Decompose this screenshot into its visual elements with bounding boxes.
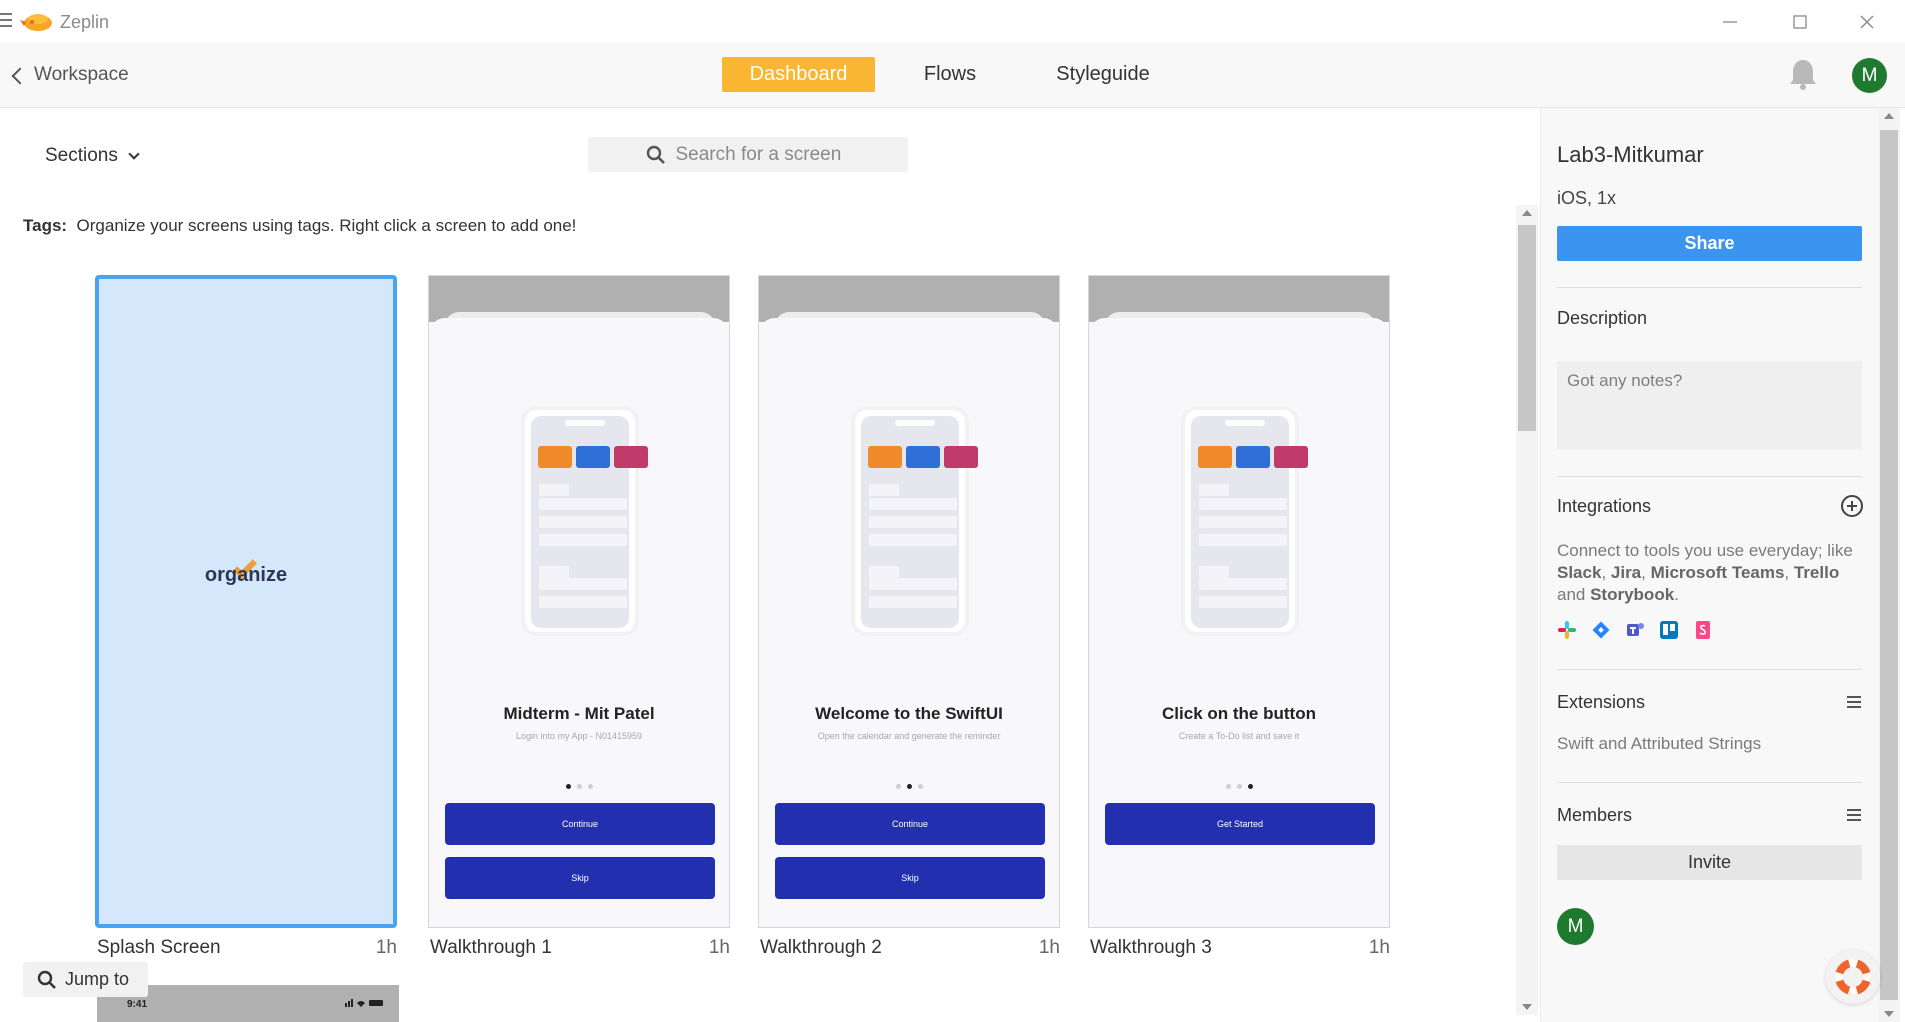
screen-card-splash[interactable]: organize Splash Screen 1h: [95, 275, 397, 958]
bell-icon[interactable]: [1786, 56, 1820, 92]
member-avatar[interactable]: M: [1557, 908, 1594, 945]
members-heading: Members: [1557, 805, 1633, 825]
back-to-workspace-link[interactable]: Workspace: [11, 64, 129, 86]
scroll-down-icon[interactable]: [1522, 1004, 1532, 1010]
screen-time: 1h: [375, 937, 397, 958]
project-name: Lab3-Mitkumar: [1557, 142, 1704, 167]
chevron-down-icon: [128, 148, 140, 160]
screen-heading: Welcome to the SwiftUI: [815, 704, 1003, 723]
screen-time: 1h: [708, 937, 730, 958]
screen-subtitle: Create a To-Do list and save it: [1178, 731, 1300, 741]
screen-subtitle: Open the calendar and generate the remin…: [817, 731, 1001, 741]
screen-name[interactable]: Walkthrough 3: [1090, 937, 1212, 959]
screen-thumbnail[interactable]: Midterm - Mit Patel Login into my App - …: [428, 275, 730, 928]
status-time: 9:41: [127, 999, 148, 1010]
hamburger-icon[interactable]: [0, 13, 12, 27]
page-dots: [759, 784, 1059, 789]
close-icon[interactable]: [1847, 8, 1887, 36]
screen-name[interactable]: Walkthrough 1: [430, 937, 552, 959]
integrations-heading: Integrations: [1557, 496, 1652, 516]
slack-icon[interactable]: [1557, 620, 1577, 640]
screen-card-walkthrough-3[interactable]: Click on the button Create a To-Do list …: [1088, 275, 1390, 958]
app-title: Zeplin: [60, 12, 110, 32]
screen-name[interactable]: Splash Screen: [97, 937, 221, 959]
share-button[interactable]: Share: [1557, 226, 1862, 261]
screen-thumbnail[interactable]: organize: [95, 275, 397, 928]
sections-dropdown[interactable]: Sections: [45, 145, 140, 167]
continue-button: Continue: [445, 803, 715, 845]
tab-dashboard[interactable]: Dashboard: [722, 57, 875, 92]
divider: [1557, 476, 1862, 477]
screen-subtitle: Login into my App - N01415959: [515, 731, 643, 741]
teams-icon[interactable]: [1625, 620, 1645, 640]
jump-to-label: Jump to: [65, 969, 130, 989]
trello-icon[interactable]: [1659, 620, 1679, 640]
project-sidebar: Lab3-Mitkumar iOS, 1x Share Description …: [1540, 108, 1878, 1022]
maximize-icon[interactable]: [1780, 8, 1820, 36]
tab-flows[interactable]: Flows: [905, 57, 995, 92]
extensions-heading: Extensions: [1557, 692, 1646, 712]
search-input[interactable]: [675, 143, 851, 166]
tags-hint-text: Organize your screens using tags. Right …: [76, 216, 577, 235]
help-lifebuoy-icon[interactable]: [1826, 950, 1880, 1004]
window-titlebar: Zeplin: [0, 0, 1905, 42]
minimize-icon[interactable]: [1710, 8, 1750, 36]
storybook-icon[interactable]: [1693, 620, 1713, 640]
scrollbar-thumb[interactable]: [1880, 130, 1898, 1000]
jump-to-button[interactable]: Jump to: [23, 962, 148, 997]
back-label: Workspace: [34, 64, 129, 85]
search-icon: [646, 145, 665, 164]
scroll-up-icon[interactable]: [1522, 210, 1532, 216]
settings-sliders-icon[interactable]: [1847, 696, 1861, 710]
scrollbar-thumb[interactable]: [1518, 225, 1536, 431]
screen-heading: Midterm - Mit Patel: [503, 704, 655, 723]
brand-text: organize: [204, 564, 288, 586]
search-icon: [37, 970, 56, 989]
screen-time: 1h: [1038, 937, 1060, 958]
screen-time: 1h: [1368, 937, 1390, 958]
invite-button[interactable]: Invite: [1557, 845, 1862, 880]
top-navbar: Workspace Dashboard Flows Styleguide M: [0, 42, 1905, 108]
scroll-up-icon[interactable]: [1884, 113, 1894, 119]
screens-scrollbar[interactable]: [1516, 205, 1538, 1015]
sections-label: Sections: [45, 145, 118, 166]
tab-styleguide[interactable]: Styleguide: [1040, 57, 1166, 92]
divider: [1557, 669, 1862, 670]
status-bar-icons: [345, 999, 383, 1007]
tags-label: Tags:: [23, 216, 68, 235]
plus-circle-icon[interactable]: [1841, 495, 1863, 517]
settings-sliders-icon[interactable]: [1847, 809, 1861, 823]
screen-card-walkthrough-1[interactable]: Midterm - Mit Patel Login into my App - …: [428, 275, 730, 958]
description-heading: Description: [1557, 308, 1648, 328]
skip-button: Skip: [445, 857, 715, 899]
get-started-button: Get Started: [1105, 803, 1375, 845]
screen-thumbnail[interactable]: Click on the button Create a To-Do list …: [1088, 275, 1390, 928]
divider: [1557, 782, 1862, 783]
page-dots: [429, 784, 729, 789]
divider: [1557, 287, 1862, 288]
integration-icons: [1557, 620, 1713, 640]
user-avatar[interactable]: M: [1852, 58, 1887, 93]
jira-icon[interactable]: [1591, 620, 1611, 640]
page-dots: [1089, 784, 1389, 789]
extensions-text: Swift and Attributed Strings: [1557, 734, 1762, 753]
continue-button: Continue: [775, 803, 1045, 845]
chevron-left-icon: [11, 67, 29, 85]
screen-heading: Click on the button: [1162, 704, 1316, 723]
screen-name[interactable]: Walkthrough 2: [760, 937, 882, 959]
screen-card-walkthrough-2[interactable]: Welcome to the SwiftUI Open the calendar…: [758, 275, 1060, 958]
description-notes-field[interactable]: [1557, 361, 1862, 449]
project-platform: iOS, 1x: [1557, 188, 1617, 208]
page-scrollbar[interactable]: [1878, 108, 1900, 1022]
phone-illustration: [521, 406, 648, 636]
screen-thumbnail[interactable]: Welcome to the SwiftUI Open the calendar…: [758, 275, 1060, 928]
tags-hint: Tags: Organize your screens using tags. …: [23, 216, 576, 236]
scroll-down-icon[interactable]: [1884, 1011, 1894, 1017]
integrations-description: Connect to tools you use everyday; like …: [1557, 541, 1853, 604]
phone-illustration: [851, 406, 978, 636]
skip-button: Skip: [775, 857, 1045, 899]
phone-illustration: [1181, 406, 1308, 636]
zeplin-logo: [20, 14, 52, 31]
screen-search[interactable]: [588, 137, 908, 172]
